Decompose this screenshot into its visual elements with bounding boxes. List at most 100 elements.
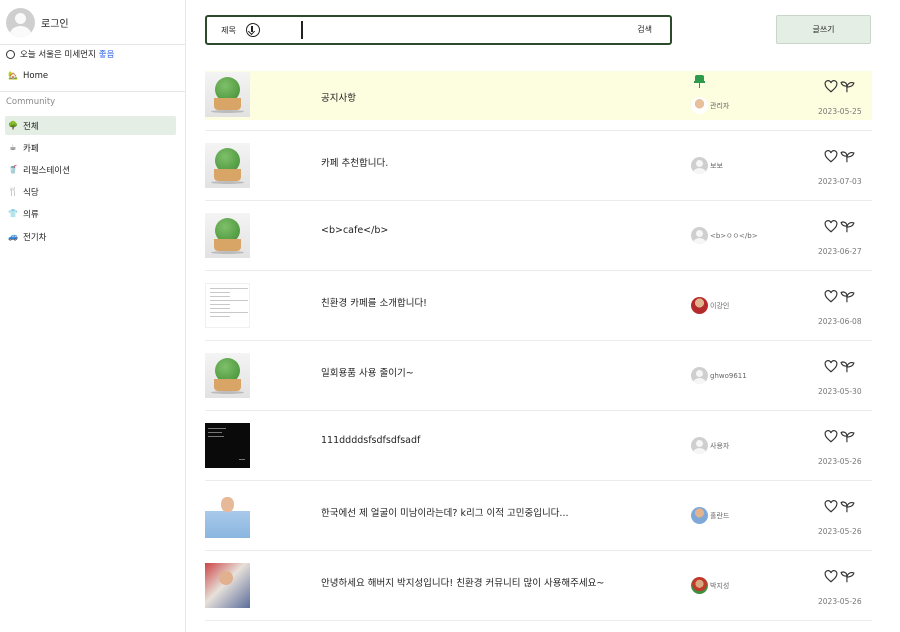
post-thumbnail (205, 72, 250, 117)
post-row[interactable]: 친환경 카페를 소개합니다! 이강인 2023-06-08 (205, 271, 872, 341)
sprout-icon[interactable] (840, 218, 855, 233)
post-author[interactable]: 사용자 (691, 437, 729, 454)
post-list: 공지사항관리자 2023-05-25 카페 추천합니다. 보보 2023-07-03 <b… (205, 71, 872, 621)
post-author[interactable]: 박지성 (691, 577, 729, 594)
post-author[interactable]: ghwo9611 (691, 367, 747, 384)
sidebar-item-2[interactable]: ☕ 카페 (5, 138, 176, 157)
post-row[interactable]: 111ddddsfsdfsdfsadf 사용자 2023-05-26 (205, 411, 872, 481)
post-row[interactable]: <b>cafe</b> <b>ㅇㅇ</b> 2023-06-27 (205, 201, 872, 271)
smile-icon (6, 49, 15, 59)
post-date: 2023-05-26 (818, 457, 862, 466)
post-title[interactable]: 공지사항 (321, 90, 356, 104)
clothing-icon: 👕 (8, 209, 18, 218)
car-icon: 🚙 (8, 232, 18, 241)
post-title[interactable]: 한국에선 제 얼굴이 미남이라는데? k리그 이적 고민중입니다... (321, 505, 568, 519)
post-author[interactable]: 홀란드 (691, 507, 729, 524)
divider (0, 44, 185, 45)
heart-icon[interactable] (824, 78, 838, 93)
search-input[interactable] (301, 21, 621, 39)
search-field-select[interactable]: 제목 (209, 17, 272, 43)
sidebar-item-label: 전체 (23, 121, 39, 132)
sidebar: 로그인 오늘 서울은 미세먼지 좋음 🏡 Home Community 🌳 전체 ☕… (0, 0, 186, 632)
sidebar-item-1[interactable]: 🌳 전체 (5, 116, 176, 135)
post-title[interactable]: 111ddddsfsdfsdfsadf (321, 435, 420, 446)
heart-icon[interactable] (824, 498, 838, 513)
sprout-icon[interactable] (840, 568, 855, 583)
post-title[interactable]: <b>cafe</b> (321, 225, 388, 236)
post-actions (824, 358, 855, 373)
weather-info: 오늘 서울은 미세먼지 좋음 (6, 48, 114, 60)
author-name: 홀란드 (710, 511, 730, 520)
post-title[interactable]: 친환경 카페를 소개합니다! (321, 295, 427, 309)
weather-text: 오늘 서울은 미세먼지 (20, 50, 96, 60)
search-field-label: 제목 (221, 25, 236, 35)
heart-icon[interactable] (824, 218, 838, 233)
sprout-icon[interactable] (840, 148, 855, 163)
post-author[interactable]: 관리자 (691, 97, 729, 114)
post-actions (824, 78, 855, 93)
sidebar-item-home[interactable]: 🏡 Home (5, 66, 176, 85)
post-row[interactable]: 카페 추천합니다. 보보 2023-07-03 (205, 131, 872, 201)
sidebar-item-3[interactable]: 🥤 리필스테이션 (5, 160, 176, 179)
post-title[interactable]: 일회용품 사용 줄이기~ (321, 365, 414, 379)
post-date: 2023-07-03 (818, 177, 862, 186)
section-label: Community (6, 97, 56, 107)
post-date: 2023-05-26 (818, 527, 862, 536)
sidebar-item-label: 카페 (23, 143, 39, 154)
post-row[interactable]: 안녕하세요 해버지 박지성입니다! 친환경 커뮤니티 많이 사용해주세요~ 박지성… (205, 551, 872, 621)
post-row[interactable]: 한국에선 제 얼굴이 미남이라는데? k리그 이적 고민중입니다... 홀란드 20… (205, 481, 872, 551)
post-row[interactable]: 일회용품 사용 줄이기~ ghwo9611 2023-05-30 (205, 341, 872, 411)
post-author[interactable]: 보보 (691, 157, 723, 174)
sidebar-item-5[interactable]: 👕 의류 (5, 204, 176, 223)
tree-icon: 🌳 (8, 121, 18, 130)
post-actions (824, 148, 855, 163)
post-title[interactable]: 안녕하세요 해버지 박지성입니다! 친환경 커뮤니티 많이 사용해주세요~ (321, 575, 604, 589)
author-name: <b>ㅇㅇ</b> (710, 231, 758, 240)
search-button[interactable]: 검색 (637, 17, 652, 43)
write-button[interactable]: 글쓰기 (776, 15, 871, 44)
author-avatar (691, 577, 708, 594)
post-thumbnail (205, 563, 250, 608)
heart-icon[interactable] (824, 428, 838, 443)
sprout-icon[interactable] (840, 498, 855, 513)
author-name: 보보 (710, 161, 723, 170)
chevron-down-icon[interactable] (245, 23, 260, 37)
sprout-icon[interactable] (840, 428, 855, 443)
post-thumbnail (205, 283, 250, 328)
heart-icon[interactable] (824, 288, 838, 303)
post-thumbnail (205, 143, 250, 188)
sidebar-item-4[interactable]: 🍴 식당 (5, 182, 176, 201)
sidebar-item-label: 식당 (23, 187, 39, 198)
author-avatar (691, 507, 708, 524)
sprout-icon[interactable] (840, 288, 855, 303)
login-link[interactable]: 로그인 (6, 8, 69, 37)
post-actions (824, 498, 855, 513)
sprout-icon[interactable] (840, 78, 855, 93)
post-date: 2023-06-27 (818, 247, 862, 256)
author-avatar (691, 297, 708, 314)
post-thumbnail (205, 213, 250, 258)
author-avatar (691, 437, 708, 454)
post-date: 2023-05-25 (818, 107, 862, 116)
login-label: 로그인 (41, 19, 69, 30)
heart-icon[interactable] (824, 358, 838, 373)
post-actions (824, 288, 855, 303)
sidebar-item-label: 의류 (23, 209, 39, 220)
refill-icon: 🥤 (8, 165, 18, 174)
post-author[interactable]: <b>ㅇㅇ</b> (691, 227, 758, 244)
heart-icon[interactable] (824, 568, 838, 583)
post-thumbnail (205, 493, 250, 538)
author-name: 관리자 (710, 101, 730, 110)
author-avatar (691, 227, 708, 244)
weather-status: 좋음 (98, 50, 115, 60)
pin-icon (694, 75, 706, 88)
notice-row[interactable]: 공지사항관리자 2023-05-25 (205, 71, 872, 131)
heart-icon[interactable] (824, 148, 838, 163)
post-title[interactable]: 카페 추천합니다. (321, 155, 388, 169)
sidebar-item-6[interactable]: 🚙 전기차 (5, 227, 176, 246)
post-author[interactable]: 이강인 (691, 297, 729, 314)
avatar (6, 8, 35, 37)
author-avatar (691, 157, 708, 174)
sprout-icon[interactable] (840, 358, 855, 373)
post-date: 2023-05-30 (818, 387, 862, 396)
